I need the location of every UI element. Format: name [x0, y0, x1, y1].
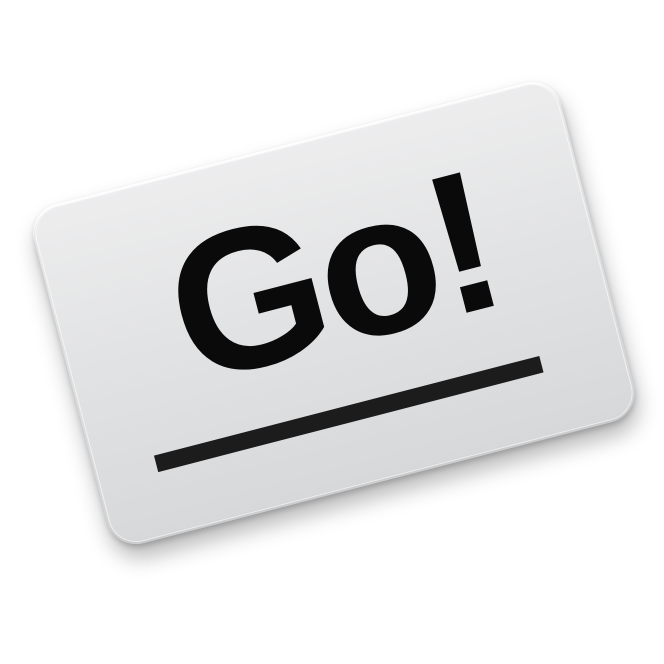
go-card: Go!	[26, 75, 642, 551]
app-icon: Go!	[0, 0, 664, 664]
go-label: Go!	[145, 128, 518, 426]
